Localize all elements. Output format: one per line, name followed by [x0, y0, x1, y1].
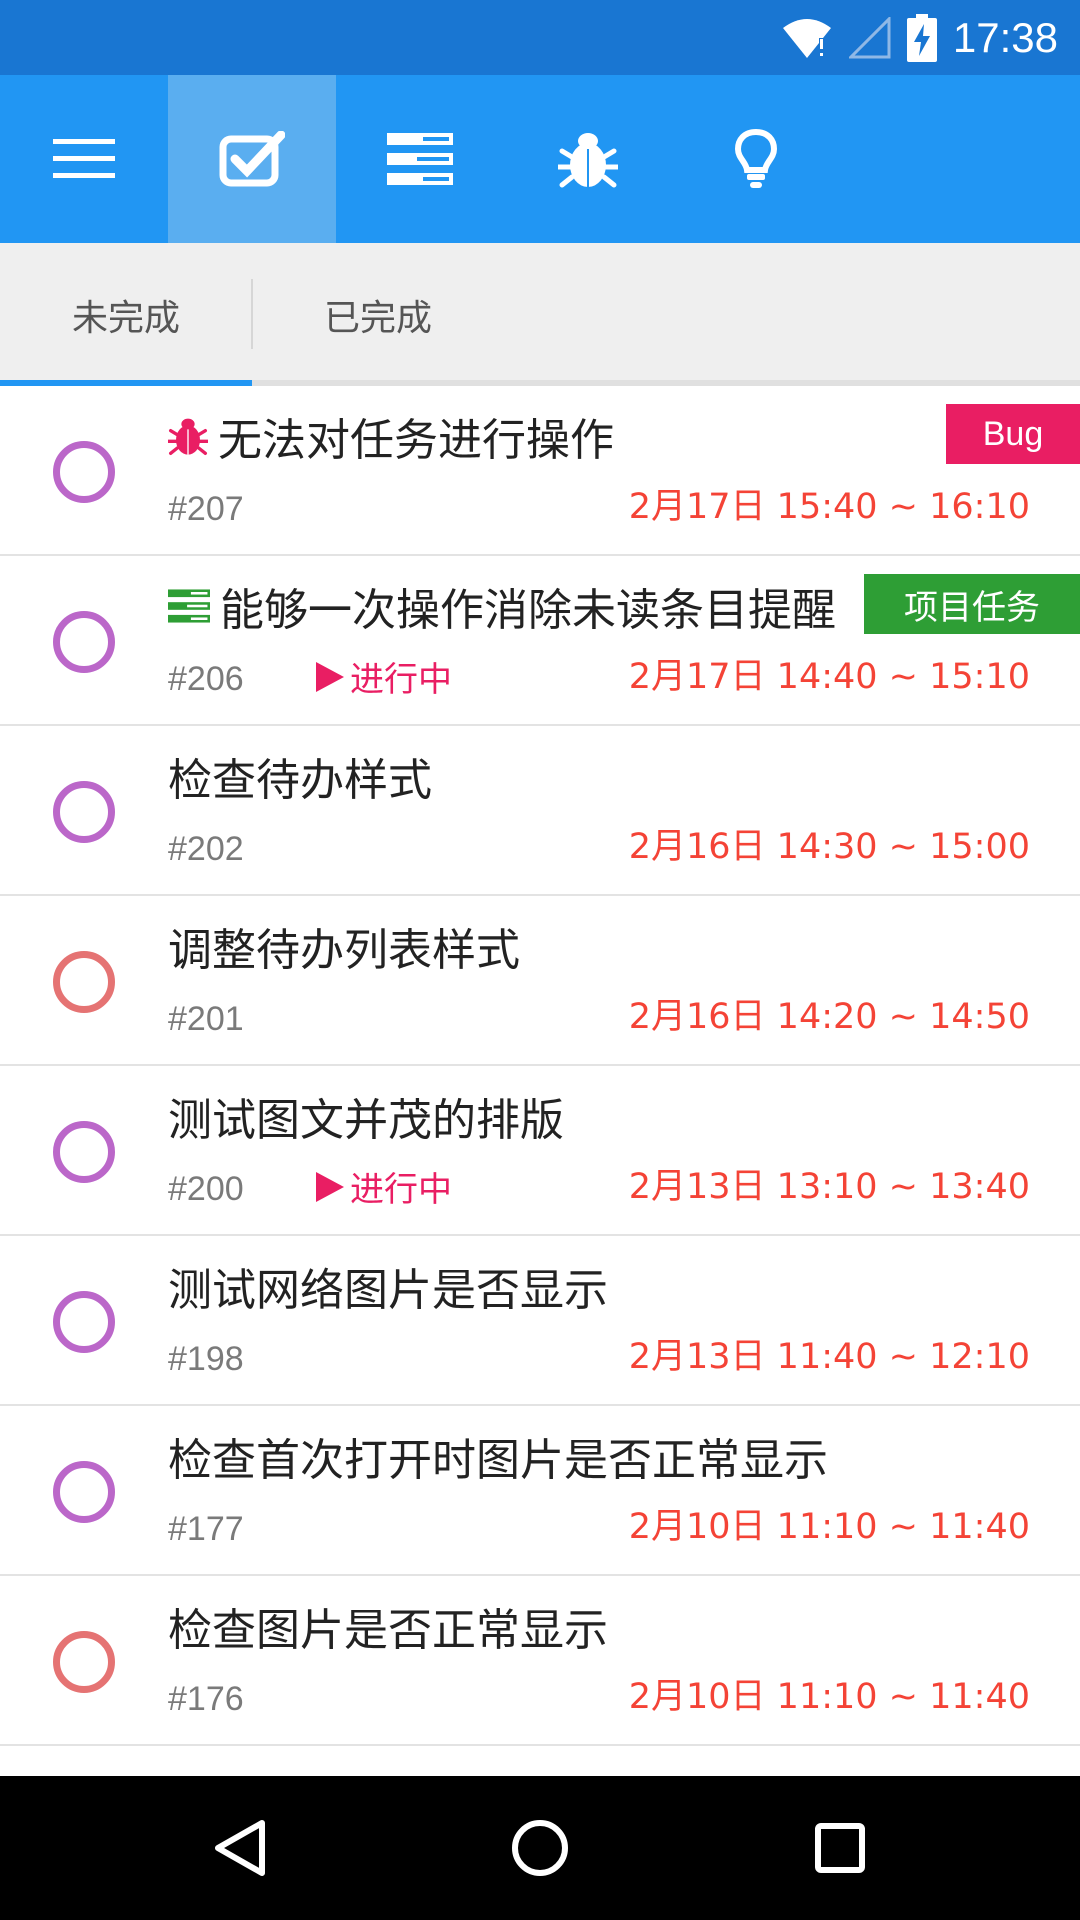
tab-completed-label: 已完成	[323, 297, 432, 339]
task-checkbox[interactable]	[53, 951, 115, 1013]
tab-projects[interactable]	[336, 75, 504, 243]
task-title: 检查首次打开时图片是否正常显示	[168, 1428, 828, 1486]
task-title-text: 测试网络图片是否显示	[168, 1265, 608, 1316]
home-button[interactable]	[470, 1776, 610, 1920]
battery-charging-icon	[906, 13, 937, 62]
task-time: 2月17日 14:40 ~ 15:10	[628, 657, 1030, 697]
in-progress-label: 进行中	[350, 660, 452, 700]
task-title: 无法对任务进行操作	[168, 408, 614, 466]
task-row[interactable]: 调整待办列表样式 #201 2月16日 14:20 ~ 14:50	[0, 896, 1080, 1066]
wifi-alert-icon	[782, 18, 831, 58]
toolbar	[0, 75, 1080, 243]
task-title: 检查待办样式	[168, 748, 432, 806]
task-row[interactable]: 检查图片是否正常显示 #176 2月10日 11:10 ~ 11:40	[0, 1576, 1080, 1746]
tab-incomplete[interactable]: 未完成	[0, 243, 252, 386]
task-row[interactable]: 无法对任务进行操作 Bug #207 2月17日 15:40 ~ 16:10	[0, 386, 1080, 556]
tab-ideas[interactable]	[672, 75, 840, 243]
play-icon	[316, 1171, 344, 1202]
task-number: #177	[168, 1510, 244, 1548]
task-time: 2月10日 11:10 ~ 11:40	[628, 1507, 1030, 1547]
task-type-badge: Bug	[946, 404, 1080, 464]
tab-completed[interactable]: 已完成	[252, 243, 504, 386]
task-time: 2月13日 11:40 ~ 12:10	[628, 1337, 1030, 1377]
checkbox-icon	[219, 131, 285, 187]
task-time: 2月17日 15:40 ~ 16:10	[628, 487, 1030, 527]
tab-incomplete-label: 未完成	[71, 297, 180, 339]
task-title-text: 检查图片是否正常显示	[168, 1605, 608, 1656]
in-progress-indicator: 进行中	[316, 1162, 452, 1211]
task-checkbox[interactable]	[53, 1291, 115, 1353]
task-checkbox[interactable]	[53, 1121, 115, 1183]
home-icon	[512, 1820, 568, 1876]
task-number: #201	[168, 1000, 244, 1038]
task-row[interactable]: 能够一次操作消除未读条目提醒 项目任务 #206 进行中 2月17日 14:40…	[0, 556, 1080, 726]
task-number: #176	[168, 1680, 244, 1718]
task-title: 检查图片是否正常显示	[168, 1598, 608, 1656]
lightbulb-icon	[734, 128, 778, 188]
clock: 17:38	[952, 13, 1058, 61]
task-number: #200	[168, 1170, 244, 1208]
status-bar: 17:38	[0, 0, 1080, 75]
status-tabs: 未完成 已完成	[0, 243, 1080, 386]
task-checkbox[interactable]	[53, 1631, 115, 1693]
task-row[interactable]: 测试图文并茂的排版 #200 进行中 2月13日 13:10 ~ 13:40	[0, 1066, 1080, 1236]
task-title-text: 检查首次打开时图片是否正常显示	[168, 1435, 828, 1486]
recents-icon	[815, 1823, 865, 1873]
task-time: 2月16日 14:20 ~ 14:50	[628, 997, 1030, 1037]
in-progress-label: 进行中	[350, 1170, 452, 1210]
task-number: #198	[168, 1340, 244, 1378]
play-icon	[316, 661, 344, 692]
list-icon	[387, 133, 453, 185]
task-title-text: 无法对任务进行操作	[218, 415, 614, 466]
in-progress-indicator: 进行中	[316, 652, 452, 701]
task-number: #206	[168, 660, 244, 698]
tab-todo[interactable]	[168, 75, 336, 243]
task-row[interactable]: 测试网络图片是否显示 #198 2月13日 11:40 ~ 12:10	[0, 1236, 1080, 1406]
task-title-text: 检查待办样式	[168, 755, 432, 806]
project-icon	[168, 589, 210, 623]
task-number: #207	[168, 490, 244, 528]
task-time: 2月13日 13:10 ~ 13:40	[628, 1167, 1030, 1207]
signal-icon	[848, 16, 891, 58]
task-row[interactable]: 检查首次打开时图片是否正常显示 #177 2月10日 11:10 ~ 11:40	[0, 1406, 1080, 1576]
task-number: #202	[168, 830, 244, 868]
task-title: 测试图文并茂的排版	[168, 1088, 564, 1146]
bug-icon	[168, 418, 208, 455]
task-row[interactable]: 检查待办样式 #202 2月16日 14:30 ~ 15:00	[0, 726, 1080, 896]
task-title-text: 能够一次操作消除未读条目提醒	[220, 585, 836, 636]
task-checkbox[interactable]	[53, 611, 115, 673]
menu-icon	[53, 139, 115, 178]
task-title: 能够一次操作消除未读条目提醒	[168, 578, 836, 636]
task-time: 2月16日 14:30 ~ 15:00	[628, 827, 1030, 867]
system-nav-bar	[0, 1776, 1080, 1920]
back-icon	[215, 1820, 265, 1876]
task-checkbox[interactable]	[53, 781, 115, 843]
task-checkbox[interactable]	[53, 441, 115, 503]
task-title: 测试网络图片是否显示	[168, 1258, 608, 1316]
task-title: 调整待办列表样式	[168, 918, 520, 976]
bug-icon	[558, 133, 618, 188]
task-title-text: 调整待办列表样式	[168, 925, 520, 976]
back-button[interactable]	[170, 1776, 310, 1920]
task-time: 2月10日 11:10 ~ 11:40	[628, 1677, 1030, 1717]
task-type-badge: 项目任务	[864, 574, 1080, 634]
menu-button[interactable]	[0, 75, 168, 243]
recents-button[interactable]	[770, 1776, 910, 1920]
task-list: 无法对任务进行操作 Bug #207 2月17日 15:40 ~ 16:10 能…	[0, 386, 1080, 1746]
task-checkbox[interactable]	[53, 1461, 115, 1523]
task-title-text: 测试图文并茂的排版	[168, 1095, 564, 1146]
tab-bugs[interactable]	[504, 75, 672, 243]
